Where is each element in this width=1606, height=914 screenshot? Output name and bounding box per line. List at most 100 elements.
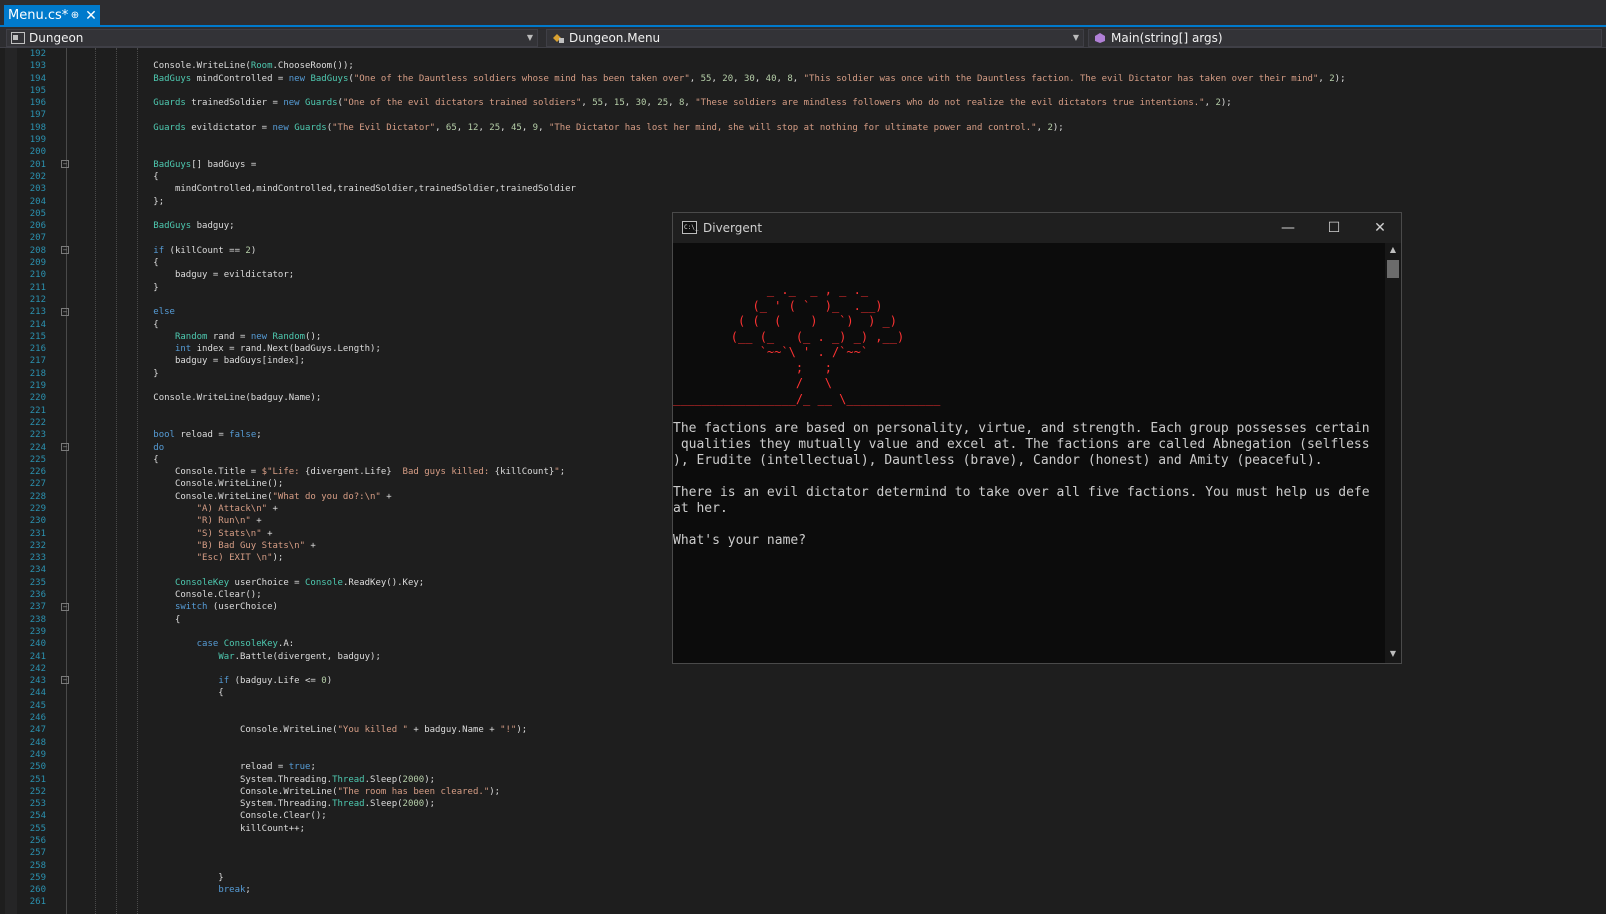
line-number: 194 (29, 73, 46, 84)
code-line: BadGuys[] badGuys = (153, 159, 257, 170)
line-number: 205 (29, 208, 46, 219)
close-icon[interactable]: ✕ (84, 5, 98, 27)
project-dropdown[interactable]: Dungeon ▼ (6, 29, 538, 47)
line-number: 195 (29, 85, 46, 96)
line-number: 211 (29, 282, 46, 293)
collapse-icon[interactable]: − (61, 443, 69, 451)
line-number: 222 (29, 417, 46, 428)
code-line: { (72, 171, 159, 182)
console-scrollbar[interactable]: ▲ ▼ (1385, 243, 1401, 663)
class-name: Dungeon.Menu (569, 31, 661, 45)
code-line: System.Threading.Thread.Sleep(2000); (72, 799, 436, 810)
console-title: Divergent (703, 221, 763, 235)
code-line: { (72, 688, 224, 699)
line-number: 221 (29, 405, 46, 416)
collapse-icon[interactable]: − (61, 603, 69, 611)
collapse-icon[interactable]: − (61, 676, 69, 684)
console-app-icon: C:\_ (682, 221, 698, 234)
line-number: 197 (29, 110, 46, 121)
line-number: 247 (29, 725, 46, 736)
member-dropdown[interactable]: Main(string[] args) (1088, 29, 1602, 47)
console-output[interactable]: _ ._ _ , _ ._ (_ ' ( ` )_ .__) ( ( ( ) `… (673, 243, 1385, 663)
line-number: 254 (29, 811, 46, 822)
console-text-line: ), Erudite (intellectual), Dauntless (br… (673, 453, 1323, 468)
line-number: 252 (29, 786, 46, 797)
line-number: 260 (29, 885, 46, 896)
chevron-down-icon: ▼ (526, 33, 533, 42)
code-line: Console.WriteLine("The room has been cle… (72, 786, 501, 797)
line-number: 250 (29, 762, 46, 773)
line-number: 217 (29, 356, 46, 367)
code-line: Guards trainedSoldier = new Guards("One … (153, 98, 1232, 109)
console-text-line: qualities they mutually value and excel … (673, 437, 1370, 452)
line-number: 240 (29, 639, 46, 650)
tab-label: Menu.cs* (8, 8, 69, 23)
line-number: 243 (29, 676, 46, 687)
line-number: 231 (29, 528, 46, 539)
scrollbar-thumb[interactable] (1387, 260, 1399, 278)
line-number: 234 (29, 565, 46, 576)
line-number: 245 (29, 700, 46, 711)
minimize-button[interactable]: — (1265, 213, 1311, 243)
collapse-icon[interactable]: − (61, 246, 69, 254)
code-line: mindControlled,mindControlled,trainedSol… (72, 184, 576, 195)
line-number: 218 (29, 368, 46, 379)
line-number: 201 (29, 159, 46, 170)
console-text-line: The factions are based on personality, v… (673, 421, 1370, 436)
line-number: 256 (29, 836, 46, 846)
line-number: 226 (29, 467, 46, 478)
line-number: 229 (29, 503, 46, 514)
line-number: 212 (29, 294, 46, 305)
line-number: 223 (29, 430, 46, 441)
line-number: 208 (29, 245, 46, 256)
line-number: 261 (29, 897, 46, 908)
console-prompt-line: What's your name? (673, 533, 807, 548)
scroll-down-icon[interactable]: ▼ (1385, 649, 1401, 661)
scroll-up-icon[interactable]: ▲ (1385, 245, 1401, 257)
line-number: 220 (29, 393, 46, 404)
line-number: 259 (29, 872, 46, 883)
line-number: 219 (29, 381, 46, 392)
line-number: 235 (29, 577, 46, 588)
line-number: 244 (29, 688, 46, 699)
class-icon (553, 34, 564, 43)
collapse-icon[interactable]: − (61, 160, 69, 168)
line-number: 216 (29, 344, 46, 355)
line-number: 215 (29, 331, 46, 342)
class-dropdown[interactable]: Dungeon.Menu ▼ (546, 29, 1084, 47)
line-number: 237 (29, 602, 46, 613)
console-window[interactable]: C:\_ Divergent — ☐ ✕ _ ._ _ , _ ._ (_ ' … (672, 212, 1402, 664)
maximize-button[interactable]: ☐ (1311, 213, 1357, 243)
navigation-bar: Dungeon ▼ Dungeon.Menu ▼ Main(string[] a… (0, 27, 1606, 48)
project-icon (11, 32, 25, 44)
close-button[interactable]: ✕ (1357, 213, 1403, 243)
code-line: System.Threading.Thread.Sleep(2000); (72, 774, 436, 785)
code-line: reload = true; (72, 762, 316, 773)
code-line: Guards evildictator = new Guards("The Ev… (153, 122, 1064, 133)
tab-menu-cs[interactable]: Menu.cs* ⊕ ✕ (4, 5, 100, 27)
line-number: 202 (29, 171, 46, 182)
line-number: 227 (29, 479, 46, 490)
code-line: Console.WriteLine(Room.ChooseRoom()); (72, 61, 354, 72)
line-number: 251 (29, 774, 46, 785)
line-number: 249 (29, 749, 46, 760)
code-line: if (badguy.Life <= 0) (218, 676, 333, 687)
pin-icon[interactable]: ⊕ (68, 5, 82, 27)
line-number: 228 (29, 491, 46, 502)
line-number: 214 (29, 319, 46, 330)
line-number: 239 (29, 626, 46, 637)
collapse-icon[interactable]: − (61, 308, 69, 316)
line-number: 246 (29, 713, 46, 724)
line-number: 204 (29, 196, 46, 207)
console-titlebar[interactable]: C:\_ Divergent — ☐ ✕ (673, 213, 1401, 243)
code-line: Console.WriteLine("You killed " + badguy… (72, 725, 528, 736)
line-number-margin: 192 193 194 195 196 197 198 199 200 201 202 203 204 2… (18, 48, 46, 909)
